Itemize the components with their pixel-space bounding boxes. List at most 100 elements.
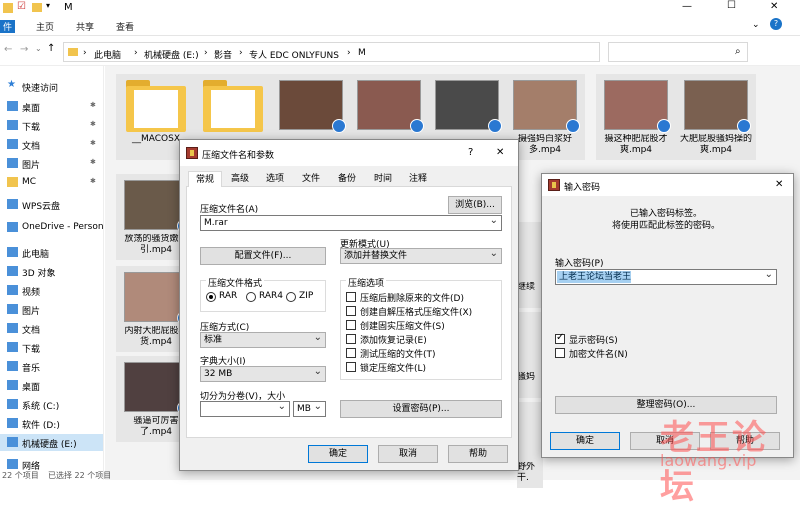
breadcrumb-m[interactable]: M (358, 48, 366, 58)
option-checkbox[interactable] (346, 292, 356, 302)
format-radio-zip[interactable] (286, 292, 296, 302)
cancel-button[interactable]: 取消 (378, 445, 438, 463)
recent-dropdown-icon[interactable]: ⌄ (35, 44, 42, 53)
tab-file[interactable]: 件 (0, 20, 16, 33)
encrypt-names-checkbox[interactable] (555, 348, 565, 358)
help-button[interactable]: ? (468, 147, 473, 158)
nav-item[interactable]: WPS云盘 (0, 196, 103, 213)
nav-item[interactable]: 下载 (0, 339, 103, 356)
tab-2[interactable]: 选项 (258, 171, 292, 187)
nav-item-label: OneDrive - Persona (22, 222, 103, 232)
tab-share[interactable]: 共享 (76, 20, 94, 33)
breadcrumb-media[interactable]: 影音 (214, 48, 232, 61)
close-button[interactable]: ✕ (775, 179, 783, 190)
nav-item[interactable]: 桌面 ✱ (0, 98, 103, 115)
password-ok-button[interactable]: 确定 (550, 432, 620, 450)
nav-item-label: 3D 对象 (22, 269, 56, 279)
pin-icon[interactable]: ✱ (90, 158, 96, 166)
help-button-bottom[interactable]: 帮助 (448, 445, 508, 463)
nav-item[interactable]: 文档 (0, 320, 103, 337)
nav-item[interactable]: 图片 (0, 301, 103, 318)
nav-item[interactable]: 文档 ✱ (0, 136, 103, 153)
help-icon[interactable]: ? (770, 18, 782, 30)
archive-name-field[interactable]: M.rar (200, 214, 502, 231)
video-thumbnail (684, 80, 751, 133)
format-radio-rar4[interactable] (246, 292, 256, 302)
onedrive-icon (7, 222, 18, 232)
cloud-icon (7, 199, 18, 209)
breadcrumb-edc[interactable]: 专人 EDC ONLYFUNS (249, 48, 339, 61)
password-selection-highlight (557, 271, 631, 283)
minimize-button[interactable]: — (682, 1, 692, 12)
tab-6[interactable]: 注释 (402, 171, 434, 187)
quick-access-folder-icon[interactable] (32, 3, 42, 12)
qat-dropdown-icon[interactable]: ▾ (46, 1, 50, 10)
nav-item[interactable]: ★ 快速访问 (0, 78, 103, 95)
nav-item[interactable]: 下载 ✱ (0, 117, 103, 134)
address-bar[interactable]: › 此电脑 › 机械硬盘 (E:) › 影音 › 专人 EDC ONLYFUNS… (63, 42, 600, 62)
file-tile[interactable]: 摄这种肥屁股才爽.mp4 (596, 74, 676, 160)
pin-icon[interactable]: ✱ (90, 177, 96, 185)
close-button[interactable]: ✕ (496, 147, 504, 158)
update-mode-select[interactable]: 添加并替换文件 (340, 247, 502, 264)
split-unit-select[interactable]: MB (293, 400, 326, 417)
option-checkbox[interactable] (346, 348, 356, 358)
set-password-button[interactable]: 设置密码(P)... (340, 400, 502, 418)
file-tile[interactable]: 大肥屁股骚妈操的爽.mp4 (676, 74, 756, 160)
file-tile[interactable]: 继续 (517, 222, 543, 308)
format-label: 压缩文件格式 (206, 276, 265, 289)
nav-item[interactable]: 3D 对象 (0, 263, 103, 280)
dict-select[interactable]: 32 MB (200, 365, 326, 382)
format-radio-rar[interactable] (206, 292, 216, 302)
tab-view[interactable]: 查看 (116, 20, 134, 33)
nav-item[interactable]: 桌面 (0, 377, 103, 394)
download-icon (7, 342, 18, 352)
tab-home[interactable]: 主页 (36, 20, 54, 33)
drive-icon (7, 437, 18, 447)
breadcrumb-drive-e[interactable]: 机械硬盘 (E:) (144, 48, 199, 61)
tab-4[interactable]: 备份 (330, 171, 364, 187)
quick-access-check-icon[interactable]: ☑ (17, 1, 26, 12)
pin-icon[interactable]: ✱ (90, 120, 96, 128)
nav-item[interactable]: 视频 (0, 282, 103, 299)
option-checkbox[interactable] (346, 334, 356, 344)
nav-item[interactable]: MC ✱ (0, 174, 103, 191)
format-label-zip: ZIP (299, 291, 314, 301)
up-arrow-icon[interactable]: ↑ (47, 43, 55, 54)
browse-button[interactable]: 浏览(B)... (448, 196, 502, 214)
ribbon-expand-icon[interactable]: ⌄ (752, 20, 760, 30)
pin-icon[interactable]: ✱ (90, 139, 96, 147)
close-button[interactable]: ✕ (770, 1, 778, 12)
tab-0[interactable]: 常规 (188, 171, 222, 187)
app-icon (3, 3, 13, 13)
method-select[interactable]: 标准 (200, 331, 326, 348)
nav-item[interactable]: 机械硬盘 (E:) (0, 434, 103, 451)
pin-icon[interactable]: ✱ (90, 101, 96, 109)
nav-item[interactable]: 软件 (D:) (0, 415, 103, 432)
option-checkbox[interactable] (346, 362, 356, 372)
tab-5[interactable]: 时间 (366, 171, 400, 187)
forward-arrow-icon[interactable]: → (20, 44, 28, 55)
file-tile[interactable]: 野外干. (517, 402, 543, 488)
tab-3[interactable]: 文件 (294, 171, 328, 187)
password-titlebar: 输入密码 ✕ (542, 174, 793, 196)
back-arrow-icon[interactable]: ← (4, 44, 12, 55)
breadcrumb-this-pc[interactable]: 此电脑 (94, 48, 121, 61)
option-checkbox[interactable] (346, 306, 356, 316)
option-checkbox[interactable] (346, 320, 356, 330)
show-password-checkbox[interactable] (555, 332, 565, 344)
maximize-button[interactable]: ☐ (727, 0, 736, 11)
profile-button[interactable]: 配置文件(F)... (200, 247, 326, 265)
split-size-input[interactable] (200, 400, 290, 417)
nav-item[interactable]: 此电脑 (0, 244, 103, 261)
nav-item-label: 图片 (22, 307, 41, 317)
nav-item[interactable]: 音乐 (0, 358, 103, 375)
item-count: 22 个项目 (2, 471, 39, 480)
nav-item[interactable]: 图片 ✱ (0, 155, 103, 172)
nav-item[interactable]: OneDrive - Persona (0, 219, 103, 236)
file-tile[interactable]: 骚妈 (517, 312, 543, 398)
search-input[interactable]: ⌕ (608, 42, 748, 62)
ok-button[interactable]: 确定 (308, 445, 368, 463)
tab-1[interactable]: 高级 (224, 171, 256, 187)
nav-item[interactable]: 系统 (C:) (0, 396, 103, 413)
